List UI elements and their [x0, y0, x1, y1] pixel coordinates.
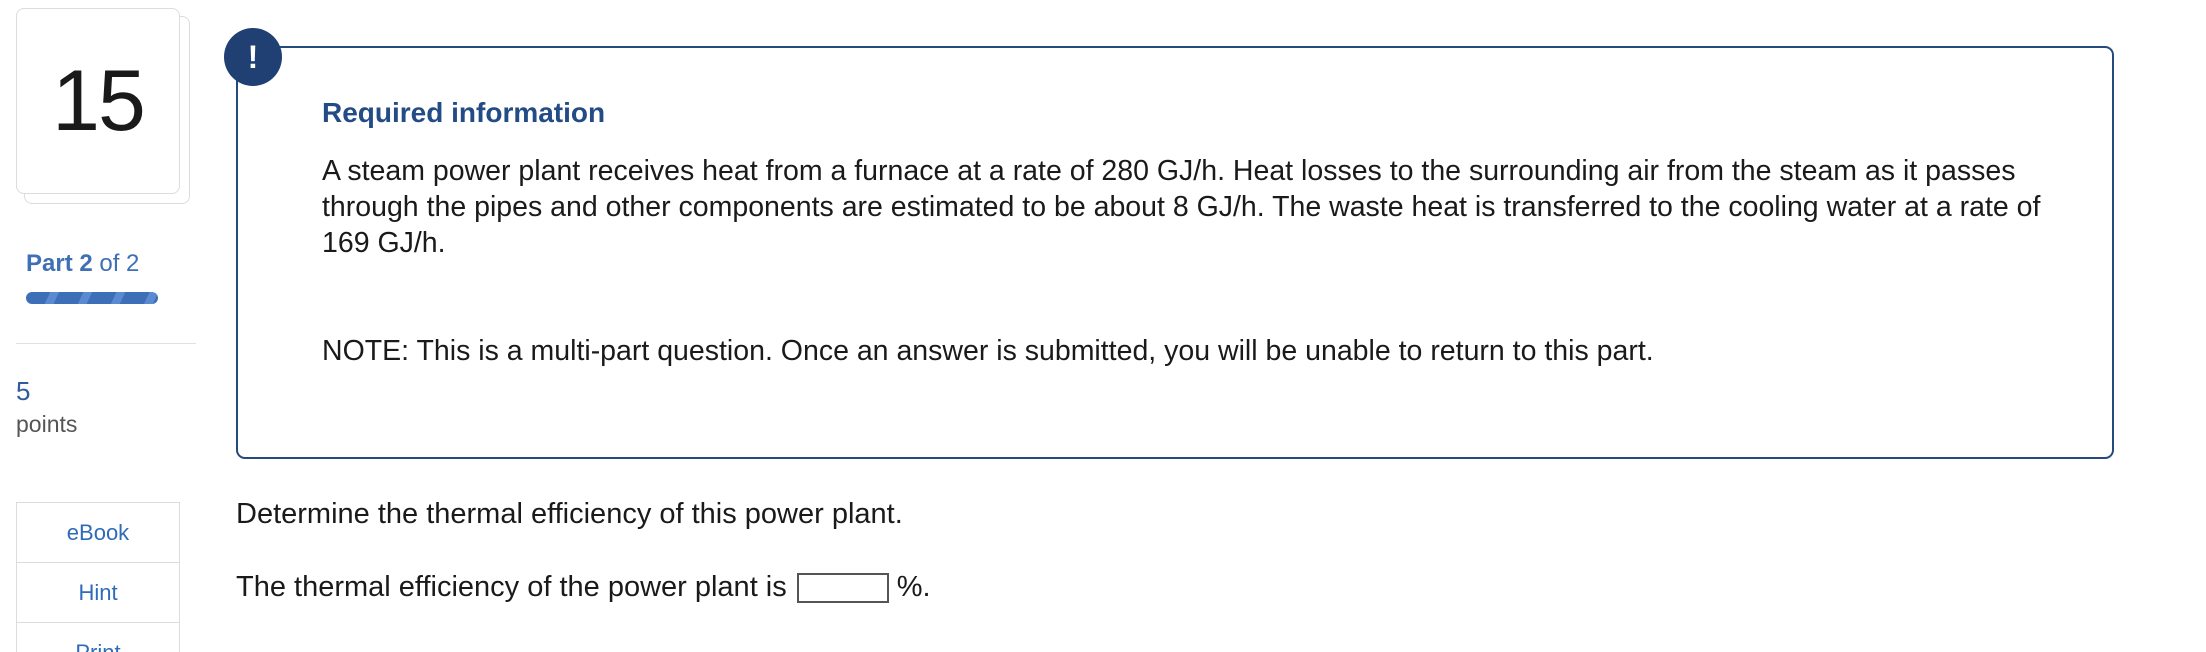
part-current: Part 2 — [26, 250, 93, 277]
divider — [16, 343, 196, 344]
question-number: 15 — [16, 8, 180, 194]
part-progress-bar — [26, 292, 158, 304]
points-value: 5 — [16, 376, 31, 406]
info-text: A steam power plant receives heat from a… — [322, 155, 2041, 259]
question-number-card: 15 — [16, 8, 190, 204]
answer-line: The thermal efficiency of the power plan… — [236, 571, 931, 604]
info-note: NOTE: This is a multi-part question. Onc… — [322, 335, 1654, 367]
efficiency-answer-input[interactable] — [796, 572, 889, 603]
ebook-button[interactable]: eBook — [17, 503, 179, 563]
part-indicator: Part 2 of 2 — [26, 250, 139, 278]
answer-suffix: %. — [896, 571, 931, 603]
question-tools: eBook Hint Print — [16, 502, 180, 652]
info-title: Required information — [322, 97, 606, 128]
answer-prefix: The thermal efficiency of the power plan… — [236, 571, 787, 603]
hint-button[interactable]: Hint — [17, 563, 179, 623]
question-page: 15 Part 2 of 2 5 points eBook Hint Print… — [0, 0, 2206, 652]
points-label: points — [16, 411, 78, 437]
question-text: Determine the thermal efficiency of this… — [236, 498, 903, 530]
print-button[interactable]: Print — [17, 623, 179, 652]
exclamation-icon: ! — [224, 28, 282, 86]
part-total: of 2 — [99, 250, 140, 277]
